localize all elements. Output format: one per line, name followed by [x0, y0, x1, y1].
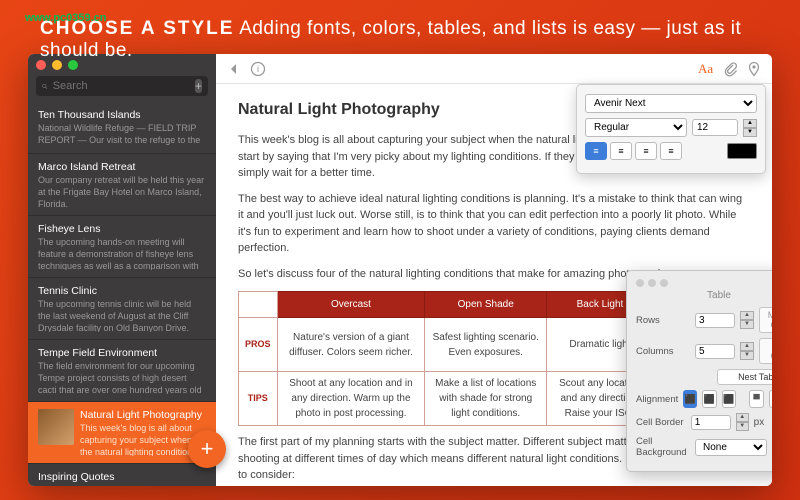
- note-item[interactable]: Ten Thousand Islands National Wildlife Re…: [28, 102, 216, 154]
- table-header: Open Shade: [425, 292, 547, 318]
- note-preview: Our company retreat will be held this ye…: [38, 175, 206, 208]
- app-window: + Ten Thousand Islands National Wildlife …: [28, 54, 772, 486]
- note-title: Ten Thousand Islands: [38, 109, 206, 121]
- table-cell: Safest lighting scenario. Even exposures…: [425, 318, 547, 372]
- merge-cells-button[interactable]: Merge Cells: [759, 307, 772, 333]
- note-preview: The upcoming tennis clinic will be held …: [38, 299, 206, 332]
- border-unit: px: [754, 417, 765, 428]
- note-preview: The field environment for our upcoming T…: [38, 361, 206, 394]
- cell-align-c[interactable]: ⬛: [702, 390, 716, 408]
- note-item[interactable]: Tennis Clinic The upcoming tennis clinic …: [28, 278, 216, 340]
- back-icon[interactable]: [226, 61, 242, 77]
- cell-align-l[interactable]: ⬛: [683, 390, 697, 408]
- note-item[interactable]: Natural Light Photography This week's blo…: [28, 402, 216, 464]
- nest-table-button[interactable]: Nest Table: [717, 369, 773, 385]
- font-size-stepper[interactable]: ▲▼: [743, 119, 757, 137]
- alignment-label: Alignment: [636, 394, 678, 405]
- font-size-input[interactable]: [692, 119, 738, 136]
- note-title: Inspiring Quotes: [38, 471, 206, 483]
- note-item[interactable]: Inspiring Quotes "It does not matter how …: [28, 464, 216, 486]
- note-title: Tempe Field Environment: [38, 347, 206, 359]
- border-width-input[interactable]: [691, 415, 731, 430]
- table-row-header: PROS: [239, 318, 278, 372]
- note-preview: The upcoming hands-on meeting will featu…: [38, 237, 206, 270]
- table-header: Overcast: [277, 292, 425, 318]
- cols-label: Columns: [636, 346, 690, 357]
- rows-stepper[interactable]: ▲▼: [740, 311, 754, 329]
- align-left-button[interactable]: ≡: [585, 142, 607, 160]
- table-cell: Nature's version of a giant diffuser. Co…: [277, 318, 425, 372]
- attachment-icon[interactable]: [722, 61, 738, 77]
- font-panel[interactable]: Avenir Next Regular ▲▼ ≡ ≡ ≡ ≡: [576, 84, 766, 174]
- note-list[interactable]: Ten Thousand Islands National Wildlife Re…: [28, 102, 216, 486]
- note-item[interactable]: Tempe Field Environment The field environ…: [28, 340, 216, 402]
- marketing-headline: CHOOSE A STYLE Adding fonts, colors, tab…: [40, 18, 780, 62]
- note-title: Marco Island Retreat: [38, 161, 206, 173]
- location-icon[interactable]: [746, 61, 762, 77]
- watermark-text: www.pc0359.cn: [25, 12, 107, 24]
- note-preview: "It does not matter how slowly you go as…: [38, 485, 206, 486]
- rows-label: Rows: [636, 315, 690, 326]
- editor-pane: i Aa Natural Light Photography This week…: [216, 54, 772, 486]
- note-item[interactable]: Marco Island Retreat Our company retreat …: [28, 154, 216, 216]
- new-note-fab[interactable]: +: [188, 430, 226, 468]
- paragraph: The best way to achieve ideal natural li…: [238, 191, 750, 257]
- border-label: Cell Border: [636, 417, 686, 428]
- align-right-button[interactable]: ≡: [635, 142, 657, 160]
- cell-valign-m[interactable]: ━: [769, 390, 772, 408]
- rows-input[interactable]: [695, 313, 735, 328]
- align-justify-button[interactable]: ≡: [660, 142, 682, 160]
- table-row-header: TIPS: [239, 372, 278, 426]
- cols-input[interactable]: [695, 344, 735, 359]
- note-title: Natural Light Photography: [80, 409, 206, 421]
- note-title: Tennis Clinic: [38, 285, 206, 297]
- font-style-icon[interactable]: Aa: [698, 61, 714, 77]
- text-color-swatch[interactable]: [727, 143, 757, 159]
- cols-stepper[interactable]: ▲▼: [740, 342, 754, 360]
- table-cell: Shoot at any location and in any directi…: [277, 372, 425, 426]
- font-family-select[interactable]: Avenir Next: [585, 94, 757, 113]
- add-button[interactable]: +: [195, 79, 202, 93]
- cell-valign-t[interactable]: ▀: [749, 390, 763, 408]
- note-title: Fisheye Lens: [38, 223, 206, 235]
- cell-align-r[interactable]: ⬛: [722, 390, 736, 408]
- info-icon[interactable]: i: [250, 61, 266, 77]
- align-center-button[interactable]: ≡: [610, 142, 632, 160]
- sidebar: + Ten Thousand Islands National Wildlife …: [28, 54, 216, 486]
- table-panel[interactable]: Table Rows ▲▼ Merge Cells Columns ▲▼ Split C…: [626, 270, 772, 472]
- note-preview: This week's blog is all about capturing …: [80, 423, 206, 456]
- svg-text:i: i: [257, 64, 259, 74]
- search-input[interactable]: [48, 80, 195, 92]
- table-cell: Make a list of locations with shade for …: [425, 372, 547, 426]
- font-weight-select[interactable]: Regular: [585, 118, 687, 137]
- bg-label: Cell Background: [636, 436, 690, 458]
- split-cells-button[interactable]: Split Cells: [759, 338, 772, 364]
- note-item[interactable]: Fisheye Lens The upcoming hands-on meetin…: [28, 216, 216, 278]
- cell-bg-select[interactable]: None: [695, 439, 767, 456]
- note-preview: National Wildlife Refuge — FIELD TRIP RE…: [38, 123, 206, 146]
- panel-window-controls: [636, 279, 772, 287]
- note-thumbnail: [38, 409, 74, 445]
- search-bar[interactable]: +: [36, 76, 208, 96]
- border-stepper[interactable]: ▲▼: [736, 413, 749, 431]
- panel-title: Table: [636, 290, 772, 301]
